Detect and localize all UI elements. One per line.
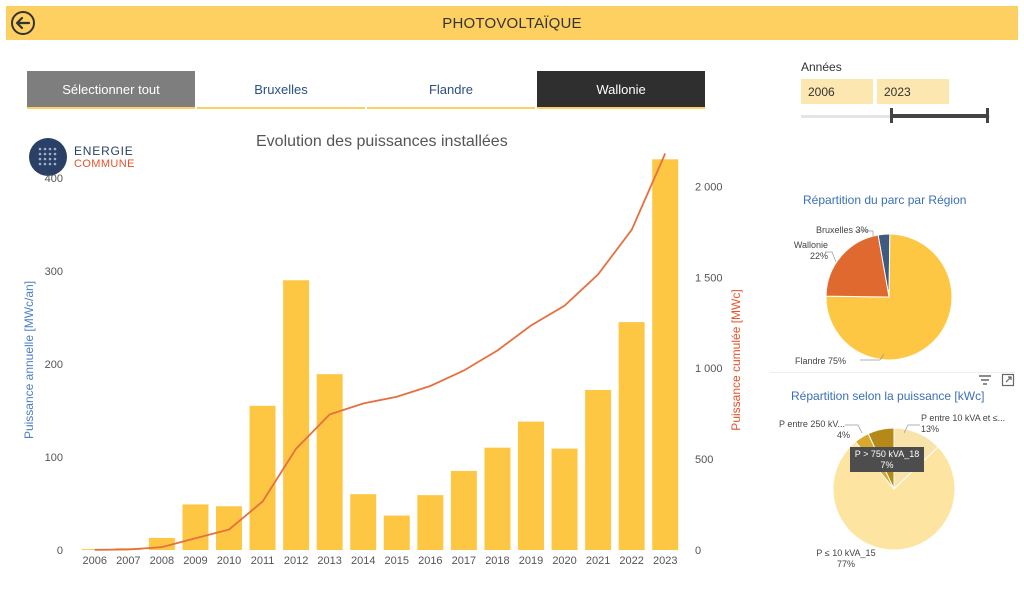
x-tick-2020: 2020 bbox=[552, 555, 576, 567]
main-combo-chart: 0 100 200 300 400 0 500 1 000 1 500 2 000 2006 20… bbox=[22, 153, 743, 567]
bar-2012[interactable] bbox=[283, 280, 310, 550]
x-tick-2022: 2022 bbox=[619, 555, 643, 567]
pie-power-label-10-250-name: P entre 10 kVA et ≤... bbox=[921, 413, 1006, 423]
y-left-tick-100: 100 bbox=[45, 452, 63, 464]
y-right-tick-500: 500 bbox=[695, 454, 713, 466]
pie-region-label-wallonie: Wallonie 22% bbox=[788, 240, 828, 262]
x-tick-2021: 2021 bbox=[586, 555, 610, 567]
y-right-tick-1000: 1 000 bbox=[695, 363, 723, 375]
x-tick-2010: 2010 bbox=[217, 555, 241, 567]
bar-2015[interactable] bbox=[383, 515, 410, 550]
main-chart-title: Evolution des puissances installées bbox=[256, 133, 508, 150]
bar-2010[interactable] bbox=[216, 506, 242, 550]
page-title: PHOTOVOLTAÏQUE bbox=[442, 15, 582, 32]
x-tick-2012: 2012 bbox=[284, 555, 308, 567]
y-left-tick-300: 300 bbox=[45, 266, 63, 278]
x-tick-2011: 2011 bbox=[251, 555, 275, 567]
y-right-tick-0: 0 bbox=[695, 545, 701, 557]
pie-region-label-bruxelles: Bruxelles 3% bbox=[816, 225, 869, 235]
y-axis-right-title: Puissance cumulée [MWc] bbox=[729, 289, 743, 430]
x-tick-2008: 2008 bbox=[150, 555, 174, 567]
visual-header-divider bbox=[770, 372, 1015, 373]
year-end-input[interactable]: 2023 bbox=[877, 79, 949, 104]
bar-2022[interactable] bbox=[618, 322, 645, 550]
x-tick-2016: 2016 bbox=[418, 555, 442, 567]
tab-select-all[interactable]: Sélectionner tout bbox=[27, 71, 195, 109]
pie-region-label-flandre: Flandre 75% bbox=[795, 356, 847, 366]
pie-power-title: Répartition selon la puissance [kWc] bbox=[791, 389, 985, 403]
cumulative-line bbox=[94, 153, 667, 551]
x-tick-2017: 2017 bbox=[452, 555, 476, 567]
bar-2019[interactable] bbox=[518, 421, 544, 550]
years-label: Années bbox=[801, 60, 842, 74]
y-left-tick-200: 200 bbox=[45, 359, 63, 371]
pie-power-label-10-name: P ≤ 10 kVA_15 bbox=[816, 548, 876, 558]
bar-2023[interactable] bbox=[652, 159, 679, 551]
x-tick-2018: 2018 bbox=[485, 555, 509, 567]
pie-power-label-10-250-pct: 13% bbox=[921, 424, 940, 434]
tab-bruxelles[interactable]: Bruxelles bbox=[197, 71, 365, 109]
pie-region-title: Répartition du parc par Région bbox=[803, 193, 967, 207]
pie-region-slice-2[interactable] bbox=[825, 234, 890, 298]
bar-2016[interactable] bbox=[417, 495, 444, 550]
bar-2014[interactable] bbox=[350, 494, 377, 550]
pie-power-label-250-name: P entre 250 kV... bbox=[779, 419, 846, 429]
year-start-input[interactable]: 2006 bbox=[801, 79, 873, 104]
y-left-tick-0: 0 bbox=[57, 545, 63, 557]
year-slider-handle-end[interactable] bbox=[986, 108, 989, 123]
pie-power-label-10-pct: 77% bbox=[836, 559, 855, 569]
y-right-tick-1500: 1 500 bbox=[695, 272, 723, 284]
pie-power-label-10-250: P entre 10 kVA et ≤... 13% bbox=[921, 413, 1005, 435]
x-tick-2014: 2014 bbox=[351, 555, 375, 567]
x-tick-2019: 2019 bbox=[519, 555, 543, 567]
year-slider-range bbox=[891, 114, 988, 118]
x-tick-2013: 2013 bbox=[317, 555, 341, 567]
bar-2021[interactable] bbox=[585, 390, 612, 550]
tooltip-line2: 7% bbox=[880, 460, 894, 470]
tooltip-line1: P > 750 kVA_18 bbox=[854, 449, 920, 459]
pie-power-label-250: P entre 250 kV... 4% bbox=[779, 419, 850, 441]
pie-power-label-10: P ≤ 10 kVA_15 77% bbox=[814, 548, 878, 570]
year-slider-handle-start[interactable] bbox=[890, 108, 893, 123]
bar-2009[interactable] bbox=[182, 504, 209, 550]
bar-2011[interactable] bbox=[249, 405, 276, 550]
x-tick-2015: 2015 bbox=[385, 555, 409, 567]
header-bar: PHOTOVOLTAÏQUE bbox=[6, 6, 1018, 40]
bar-2018[interactable] bbox=[484, 447, 511, 550]
bar-2020[interactable] bbox=[551, 448, 578, 550]
tab-wallonie[interactable]: Wallonie bbox=[537, 71, 705, 109]
bar-2017[interactable] bbox=[450, 470, 477, 550]
pie-power-label-250-pct: 4% bbox=[837, 430, 851, 440]
pie-power-tooltip: P > 750 kVA_18 7% bbox=[850, 447, 924, 472]
pie-region-chart bbox=[825, 230, 953, 361]
region-tabs: Sélectionner tout Bruxelles Flandre Wall… bbox=[27, 71, 705, 109]
filter-icon[interactable] bbox=[978, 374, 992, 386]
x-tick-2006: 2006 bbox=[83, 555, 107, 567]
pie-region-label-wallonie-text: Wallonie 22% bbox=[793, 240, 828, 261]
y-axis-left-title: Puissance annuelle [MWc/an] bbox=[22, 281, 36, 439]
bar-2013[interactable] bbox=[316, 374, 343, 550]
x-tick-2023: 2023 bbox=[653, 555, 677, 567]
y-right-tick-2000: 2 000 bbox=[695, 181, 723, 193]
x-tick-2007: 2007 bbox=[116, 555, 140, 567]
y-left-tick-400: 400 bbox=[45, 173, 63, 185]
x-tick-2009: 2009 bbox=[183, 555, 207, 567]
focus-mode-icon[interactable] bbox=[1001, 373, 1015, 387]
tab-flandre[interactable]: Flandre bbox=[367, 71, 535, 109]
